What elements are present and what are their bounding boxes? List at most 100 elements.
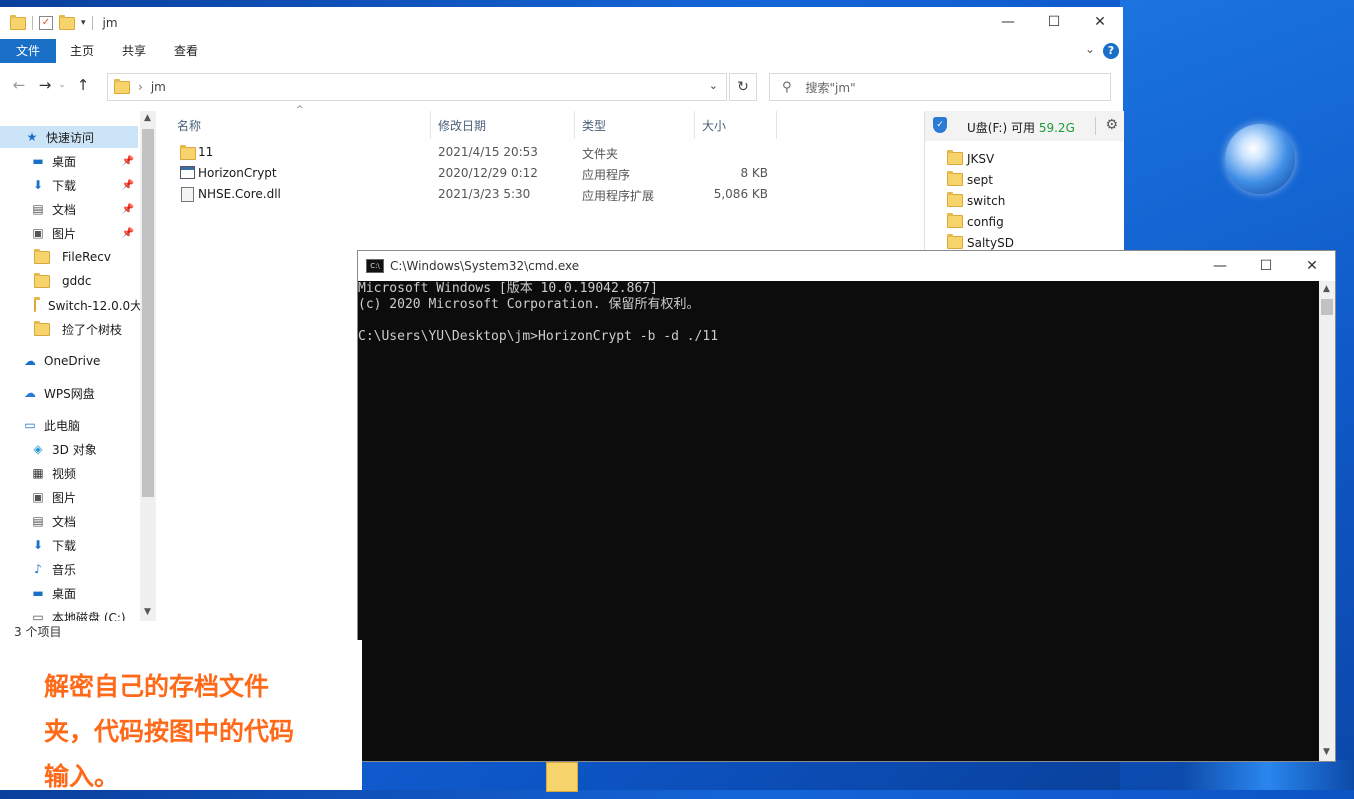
up-arrow-icon[interactable]: ↑ — [72, 76, 94, 94]
scroll-up-icon[interactable]: ▲ — [144, 113, 151, 123]
new-folder-icon[interactable] — [59, 14, 75, 30]
column-header-type[interactable]: 类型 — [582, 111, 606, 139]
picture-icon: ▣ — [32, 490, 44, 504]
pin-icon[interactable]: 📌 — [122, 228, 134, 239]
nav-item-pc-documents[interactable]: ▤ 文档 — [0, 510, 138, 532]
taskbar-folder-icon[interactable] — [546, 762, 578, 792]
maximize-button[interactable]: ☐ — [1243, 251, 1289, 281]
folder-icon — [180, 145, 196, 160]
nav-item-videos[interactable]: ▦ 视频 — [0, 462, 138, 484]
console-output[interactable]: Microsoft Windows [版本 10.0.19042.867] (c… — [358, 281, 1319, 761]
nav-item-switch[interactable]: Switch-12.0.0大 — [0, 294, 142, 316]
folder-icon — [10, 14, 26, 30]
folder-icon — [947, 171, 963, 186]
nav-quick-access[interactable]: ★ 快速访问 — [0, 126, 138, 148]
nav-item-local-disk[interactable]: ▭ 本地磁盘 (C:) — [0, 606, 138, 621]
console-prompt-line: C:\Users\YU\Desktop\jm>HorizonCrypt -b -… — [358, 329, 719, 344]
scroll-down-icon[interactable]: ▼ — [1323, 747, 1330, 757]
folder-icon — [947, 150, 963, 165]
desktop-orb-icon[interactable] — [1225, 124, 1295, 194]
cmd-scrollbar[interactable]: ▲ ▼ — [1319, 281, 1335, 761]
column-header-size[interactable]: 大小 — [702, 111, 726, 139]
nav-wps[interactable]: ☁ WPS网盘 — [0, 382, 138, 404]
scroll-up-icon[interactable]: ▲ — [1323, 284, 1330, 294]
address-bar[interactable]: › jm ⌄ — [107, 73, 727, 101]
usb-folder-item[interactable]: sept — [947, 169, 993, 190]
nav-item-downloads[interactable]: ⬇ 下载 📌 — [0, 174, 138, 196]
annotation-text: 解密自己的存档文件夹，代码按图中的代码输入。 — [44, 672, 295, 791]
nav-item-documents[interactable]: ▤ 文档 📌 — [0, 198, 138, 220]
explorer-titlebar: ✓ ▾ jm — ☐ ✕ — [0, 7, 1123, 39]
folder-icon — [34, 272, 50, 288]
nav-item-pictures[interactable]: ▣ 图片 📌 — [0, 222, 138, 244]
pin-icon[interactable]: 📌 — [122, 204, 134, 215]
maximize-button[interactable]: ☐ — [1031, 7, 1077, 37]
help-icon[interactable]: ? — [1103, 43, 1119, 59]
folder-icon — [947, 192, 963, 207]
video-icon: ▦ — [32, 466, 44, 480]
console-line: Microsoft Windows [版本 10.0.19042.867] — [358, 281, 658, 296]
nav-item-pc-downloads[interactable]: ⬇ 下载 — [0, 534, 138, 556]
properties-icon[interactable]: ✓ — [39, 16, 53, 30]
usb-folder-item[interactable]: switch — [947, 190, 1005, 211]
minimize-button[interactable]: — — [1197, 251, 1243, 281]
close-button[interactable]: ✕ — [1289, 251, 1335, 281]
tab-home[interactable]: 主页 — [56, 39, 108, 63]
nav-item-pc-pictures[interactable]: ▣ 图片 — [0, 486, 138, 508]
nav-item-3d[interactable]: ◈ 3D 对象 — [0, 438, 138, 460]
minimize-button[interactable]: — — [985, 7, 1031, 37]
address-dropdown-icon[interactable]: ⌄ — [709, 79, 718, 92]
cloud-icon: ☁ — [24, 354, 36, 368]
folder-icon — [34, 248, 50, 264]
gear-icon[interactable]: ⚙ — [1105, 117, 1118, 133]
nav-onedrive[interactable]: ☁ OneDrive — [0, 350, 138, 372]
forward-arrow-icon[interactable]: → — [34, 76, 56, 94]
back-arrow-icon[interactable]: ← — [8, 76, 30, 94]
breadcrumb[interactable]: jm — [151, 80, 166, 94]
tab-view[interactable]: 查看 — [160, 39, 212, 63]
cmd-window[interactable]: C:\ C:\Windows\System32\cmd.exe — ☐ ✕ Mi… — [357, 250, 1336, 762]
tab-file[interactable]: 文件 — [0, 39, 57, 63]
document-icon: ▤ — [32, 202, 44, 216]
shield-icon: ✓ — [933, 117, 947, 133]
folder-icon — [947, 213, 963, 228]
nav-item-desktop[interactable]: ▬ 桌面 📌 — [0, 150, 138, 172]
customize-toolbar-dropdown-icon[interactable]: ▾ — [81, 18, 86, 28]
nav-item-filerecv[interactable]: FileRecv — [0, 246, 138, 268]
nav-this-pc[interactable]: ▭ 此电脑 — [0, 414, 138, 436]
file-row[interactable]: HorizonCrypt 2020/12/29 0:12 应用程序 8 KB — [176, 163, 776, 184]
nav-scrollbar[interactable]: ▲ ▼ — [140, 111, 156, 621]
usb-folder-item[interactable]: config — [947, 211, 1004, 232]
scroll-down-icon[interactable]: ▼ — [144, 607, 151, 617]
dll-icon — [181, 187, 194, 202]
desktop-icon: ▬ — [32, 154, 44, 168]
refresh-button[interactable]: ↻ — [729, 73, 757, 101]
breadcrumb-chevron-icon[interactable]: › — [138, 80, 143, 94]
usb-folder-item[interactable]: JKSV — [947, 148, 994, 169]
cmd-titlebar[interactable]: C:\ C:\Windows\System32\cmd.exe — ☐ ✕ — [358, 251, 1335, 281]
file-row[interactable]: 11 2021/4/15 20:53 文件夹 — [176, 142, 776, 163]
search-input[interactable]: ⚲ 搜索"jm" — [769, 73, 1111, 101]
recent-locations-icon[interactable]: ⌄ — [56, 80, 68, 90]
sort-ascending-icon: ^ — [296, 105, 304, 115]
pin-icon[interactable]: 📌 — [122, 156, 134, 167]
quick-access-toolbar: ✓ ▾ — [10, 14, 93, 30]
star-icon: ★ — [26, 130, 38, 144]
tab-share[interactable]: 共享 — [108, 39, 160, 63]
expand-ribbon-icon[interactable]: ⌄ — [1085, 42, 1095, 56]
status-bar-item-count: 3 个项目 — [14, 625, 62, 639]
nav-item-gddc[interactable]: gddc — [0, 270, 138, 292]
scrollbar-thumb[interactable] — [142, 129, 154, 497]
file-row[interactable]: NHSE.Core.dll 2021/3/23 5:30 应用程序扩展 5,08… — [176, 184, 776, 205]
column-header-name[interactable]: 名称 — [177, 111, 201, 139]
nav-item-branch[interactable]: 捡了个树枝 — [0, 318, 138, 340]
cube-icon: ◈ — [33, 442, 43, 456]
cmd-title: C:\Windows\System32\cmd.exe — [390, 259, 580, 273]
scrollbar-thumb[interactable] — [1321, 299, 1333, 315]
address-row: ← → ⌄ ↑ › jm ⌄ ↻ ⚲ 搜索"jm" — [0, 63, 1123, 107]
column-header-date[interactable]: 修改日期 — [438, 111, 486, 139]
nav-item-pc-desktop[interactable]: ▬ 桌面 — [0, 582, 138, 604]
pin-icon[interactable]: 📌 — [122, 180, 134, 191]
nav-item-music[interactable]: ♪ 音乐 — [0, 558, 138, 580]
close-button[interactable]: ✕ — [1077, 7, 1123, 37]
